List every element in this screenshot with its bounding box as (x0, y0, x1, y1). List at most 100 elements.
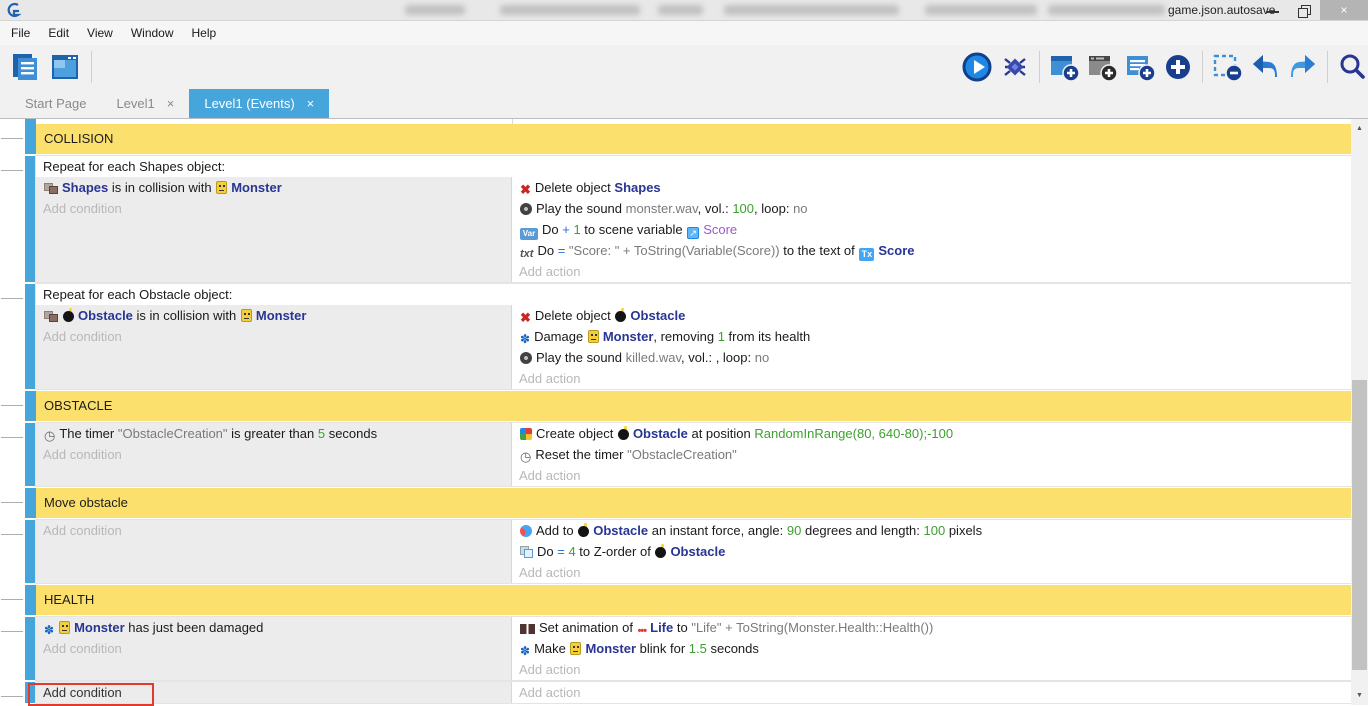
object-name: Life (650, 620, 673, 635)
close-icon[interactable]: × (167, 96, 175, 111)
event-drag-handle[interactable] (25, 423, 36, 486)
action-line[interactable]: Create object Obstacle at position Rando… (512, 423, 1351, 444)
add-comment-button[interactable] (1123, 50, 1157, 84)
event-drag-handle[interactable] (25, 124, 36, 154)
event-drag-handle[interactable] (25, 585, 36, 615)
debug-button[interactable] (998, 50, 1032, 84)
event-drag-handle[interactable] (25, 391, 36, 421)
add-condition-button[interactable]: Add condition (36, 198, 511, 219)
actions-column: Set animation of •••Life to "Life" + ToS… (512, 617, 1351, 680)
tab-level1[interactable]: Level1 × (101, 89, 189, 118)
add-action-button[interactable]: Add action (512, 465, 1351, 486)
restore-button[interactable] (1290, 0, 1320, 20)
event-foreach-header[interactable]: Repeat for each Shapes object: (36, 156, 1351, 177)
action-line[interactable]: Set animation of •••Life to "Life" + ToS… (512, 617, 1351, 638)
event-group-row[interactable]: COLLISION (25, 124, 1351, 154)
menu-edit[interactable]: Edit (39, 21, 78, 45)
event-row[interactable]: ✽Monster has just been damagedAdd condit… (25, 617, 1351, 680)
event-drag-handle[interactable] (25, 520, 36, 583)
event-foreach-header[interactable]: Repeat for each Obstacle object: (36, 284, 1351, 305)
add-special-event-button[interactable] (1161, 50, 1195, 84)
event-drag-handle[interactable] (25, 156, 36, 282)
redo-button[interactable] (1286, 50, 1320, 84)
add-condition-button[interactable]: Add condition (36, 638, 511, 659)
menu-help[interactable]: Help (183, 21, 226, 45)
event-group-header[interactable]: OBSTACLE (36, 391, 1351, 421)
scroll-up-arrow[interactable]: ▲ (1351, 120, 1368, 137)
action-line[interactable]: Do = 4 to Z-order of Obstacle (512, 541, 1351, 562)
object-name: Monster (256, 308, 307, 323)
toolbar-separator (1039, 51, 1040, 83)
add-event-button[interactable] (1047, 50, 1081, 84)
action-line[interactable]: ◷Reset the timer "ObstacleCreation" (512, 444, 1351, 465)
event-group-header[interactable]: COLLISION (36, 124, 1351, 154)
condition-line[interactable]: Shapes is in collision with Monster (36, 177, 511, 198)
add-condition-button[interactable]: Add condition (36, 682, 511, 703)
add-action-button[interactable]: Add action (512, 261, 1351, 282)
scrollbar-thumb[interactable] (1352, 380, 1367, 670)
action-line[interactable]: VarDo + 1 to scene variable ↗Score (512, 219, 1351, 240)
text-segment: Reset the timer (535, 447, 627, 462)
add-condition-button[interactable]: Add condition (36, 326, 511, 347)
add-action-button[interactable]: Add action (512, 562, 1351, 583)
menu-window[interactable]: Window (122, 21, 183, 45)
menu-file[interactable]: File (2, 21, 39, 45)
event-drag-handle[interactable] (25, 488, 36, 518)
event-drag-handle[interactable] (25, 682, 36, 703)
text-segment: Play the sound (536, 350, 626, 365)
minimize-button[interactable] (1258, 0, 1288, 20)
condition-line[interactable]: ◷The timer "ObstacleCreation" is greater… (36, 423, 511, 444)
action-line[interactable]: ✖Delete object Shapes (512, 177, 1351, 198)
event-row[interactable]: Repeat for each Obstacle object:Obstacle… (25, 284, 1351, 389)
add-action-button[interactable]: Add action (512, 659, 1351, 680)
preview-button[interactable] (960, 50, 994, 84)
close-icon[interactable]: × (307, 96, 315, 111)
toolbar-separator (1202, 51, 1203, 83)
action-line[interactable]: Play the sound monster.wav, vol.: 100, l… (512, 198, 1351, 219)
condition-line[interactable]: ✽Monster has just been damaged (36, 617, 511, 638)
event-drag-handle[interactable] (25, 617, 36, 680)
action-line[interactable]: txtDo = "Score: " + ToString(Variable(Sc… (512, 240, 1351, 261)
search-button[interactable] (1335, 50, 1368, 84)
text-segment: "ObstacleCreation" (627, 447, 737, 462)
menu-view[interactable]: View (78, 21, 122, 45)
project-manager-button[interactable] (8, 50, 42, 84)
add-action-button[interactable]: Add action (512, 682, 1351, 703)
event-row[interactable]: ◷The timer "ObstacleCreation" is greater… (25, 423, 1351, 486)
event-content: ◷The timer "ObstacleCreation" is greater… (36, 423, 1351, 486)
animation-icon (520, 624, 535, 634)
event-group-row[interactable]: Move obstacle (25, 488, 1351, 518)
timer-icon: ◷ (44, 425, 55, 444)
event-group-header[interactable]: Move obstacle (36, 488, 1351, 518)
vertical-scrollbar[interactable]: ▲ ▼ (1351, 119, 1368, 705)
event-group-row[interactable]: HEALTH (25, 585, 1351, 615)
action-line[interactable]: ✽Make Monster blink for 1.5 seconds (512, 638, 1351, 659)
add-condition-button[interactable]: Add condition (36, 444, 511, 465)
add-condition-button[interactable]: Add condition (36, 520, 511, 541)
event-drag-handle[interactable] (25, 284, 36, 389)
add-subevent-icon (1086, 51, 1118, 83)
event-row[interactable]: Repeat for each Shapes object:Shapes is … (25, 156, 1351, 282)
scene-editor-button[interactable] (48, 50, 82, 84)
tab-level1-events[interactable]: Level1 (Events) × (189, 89, 329, 118)
force-icon (520, 525, 532, 537)
scroll-down-arrow[interactable]: ▼ (1351, 687, 1368, 704)
add-subevent-button[interactable] (1085, 50, 1119, 84)
action-line[interactable]: Play the sound killed.wav, vol.: , loop:… (512, 347, 1351, 368)
text-segment: Add action (519, 662, 580, 677)
action-line[interactable]: Add to Obstacle an instant force, angle:… (512, 520, 1351, 541)
event-row[interactable]: Add conditionAdd action (25, 682, 1351, 703)
event-row[interactable]: Add conditionAdd to Obstacle an instant … (25, 520, 1351, 583)
remove-event-button[interactable] (1210, 50, 1244, 84)
add-action-button[interactable]: Add action (512, 368, 1351, 389)
object-name: Obstacle (633, 426, 688, 441)
event-group-row[interactable]: OBSTACLE (25, 391, 1351, 421)
action-line[interactable]: ✖Delete object Obstacle (512, 305, 1351, 326)
action-line[interactable]: ✽Damage Monster, removing 1 from its hea… (512, 326, 1351, 347)
tab-start-page[interactable]: Start Page (10, 89, 101, 118)
event-group-header[interactable]: HEALTH (36, 585, 1351, 615)
undo-button[interactable] (1248, 50, 1282, 84)
condition-line[interactable]: Obstacle is in collision with Monster (36, 305, 511, 326)
close-button[interactable]: × (1320, 0, 1368, 20)
text-segment: killed.wav (626, 350, 681, 365)
